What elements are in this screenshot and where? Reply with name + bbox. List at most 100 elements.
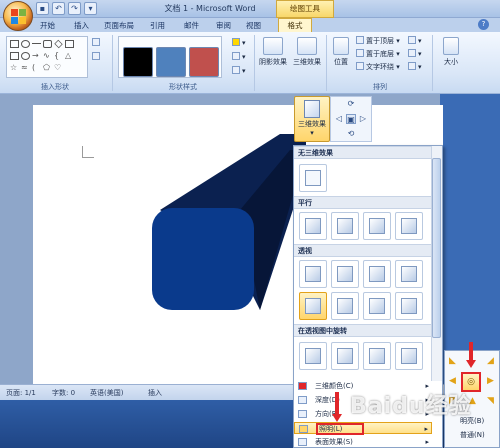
three-d-effects-ribbon-button[interactable]: 三维效果 (292, 37, 322, 67)
group-label-shape-styles: 形状样式 (169, 83, 197, 91)
textbox-shape-icon[interactable] (65, 40, 74, 48)
light-direction-top-left-icon[interactable]: ◣ (446, 355, 459, 368)
status-insert-mode[interactable]: 插入 (148, 388, 162, 398)
star-shape-icon[interactable]: ☆ (10, 64, 19, 72)
three-d-toggle-icon[interactable]: ▣ (346, 114, 356, 124)
rectangle-shape-icon[interactable] (10, 40, 19, 48)
office-button[interactable] (3, 1, 33, 31)
menu-lighting[interactable]: 照明(L) ▸ (294, 422, 432, 435)
perspective-cube-icon (337, 266, 353, 282)
no-3d-effect-tile[interactable] (299, 164, 327, 192)
square-shape-icon[interactable] (10, 52, 19, 60)
diamond-shape-icon[interactable] (54, 39, 63, 49)
tilt-up-icon[interactable]: ⟳ (346, 99, 356, 109)
perspective-style-2-tile[interactable] (331, 260, 359, 288)
triangle-shape-icon[interactable]: △ (65, 52, 74, 60)
rotate-style-3-tile[interactable] (363, 342, 391, 370)
parallel-style-3-tile[interactable] (363, 212, 391, 240)
circle-shape-icon[interactable] (21, 52, 30, 60)
tab-page-layout[interactable]: 页面布局 (104, 20, 134, 31)
shadow-effects-button[interactable]: 阴影效果 (258, 37, 288, 67)
help-icon[interactable]: ? (478, 19, 489, 30)
text-box-button[interactable] (92, 52, 102, 63)
three-d-effects-dropdown-button[interactable]: 三维效果 ▾ (294, 96, 330, 142)
perspective-style-8-tile[interactable] (395, 292, 423, 320)
parallel-cube-icon (401, 218, 417, 234)
parallel-style-1-tile[interactable] (299, 212, 327, 240)
status-page-count[interactable]: 页面: 1/1 (6, 388, 36, 398)
gallery-scroll-thumb[interactable] (432, 158, 441, 338)
align-button[interactable]: ▾ (408, 36, 422, 47)
tilt-down-icon[interactable]: ⟲ (346, 129, 356, 139)
rotate-style-2-tile[interactable] (331, 342, 359, 370)
margin-crop-mark (82, 146, 94, 158)
brace-shape-icon[interactable]: { (54, 52, 63, 60)
watermark: Baidu经验 (350, 394, 472, 419)
style-swatch-red[interactable] (189, 47, 219, 77)
light-direction-top-right-icon[interactable]: ◢ (484, 355, 497, 368)
rounded-rect-shape-icon[interactable] (43, 40, 52, 48)
position-button[interactable]: 位置 (330, 37, 352, 67)
light-direction-left-icon[interactable]: ◀ (446, 375, 459, 388)
perspective-style-6-tile[interactable] (331, 292, 359, 320)
group-button[interactable]: ▾ (408, 49, 422, 60)
rotated-cube-icon (337, 348, 353, 364)
three-d-rounded-square-shape[interactable] (140, 130, 310, 315)
text-wrap-button[interactable]: 文字环绕 ▾ (356, 62, 400, 73)
send-back-icon (356, 49, 364, 57)
parallel-cube-icon (337, 218, 353, 234)
heart-shape-icon[interactable]: ♡ (54, 64, 63, 72)
rotate-style-4-tile[interactable] (395, 342, 423, 370)
oval-shape-icon[interactable] (21, 40, 30, 48)
polygon-shape-icon[interactable]: ⬠ (43, 64, 52, 72)
light-direction-right-icon[interactable]: ▶ (484, 375, 497, 388)
rotate-button[interactable]: ▾ (408, 62, 422, 73)
bring-to-front-button[interactable]: 置于顶层 ▾ (356, 36, 400, 47)
perspective-style-5-tile[interactable] (299, 292, 327, 320)
tab-references[interactable]: 引用 (150, 20, 165, 31)
depth-icon (298, 396, 307, 404)
perspective-style-7-tile[interactable] (363, 292, 391, 320)
tilt-right-icon[interactable]: ▷ (358, 114, 368, 124)
shape-fill-button[interactable]: ▾ (232, 38, 246, 49)
status-word-count[interactable]: 字数: 0 (52, 388, 75, 398)
bracket-shape-icon[interactable]: ( (32, 64, 41, 72)
tab-view[interactable]: 视图 (246, 20, 261, 31)
wave-shape-icon[interactable]: ≈ (21, 64, 30, 72)
perspective-style-1-tile[interactable] (299, 260, 327, 288)
lighting-normal-option[interactable]: 普通(N) (446, 430, 498, 441)
tab-review[interactable]: 审阅 (216, 20, 231, 31)
perspective-cube-icon (305, 298, 321, 314)
status-language[interactable]: 英语(美国) (90, 388, 123, 398)
perspective-style-3-tile[interactable] (363, 260, 391, 288)
style-swatch-black[interactable] (123, 47, 153, 77)
tilt-left-icon[interactable]: ◁ (334, 114, 344, 124)
perspective-cube-icon (369, 266, 385, 282)
perspective-style-4-tile[interactable] (395, 260, 423, 288)
shape-outline-button[interactable]: ▾ (232, 52, 246, 63)
annotation-arrow-head (466, 360, 476, 368)
change-shape-button[interactable]: ▾ (232, 66, 246, 77)
submenu-arrow-icon: ▸ (424, 425, 428, 433)
arrow-shape-icon[interactable]: → (32, 52, 41, 60)
light-direction-bottom-right-icon[interactable]: ◥ (484, 395, 497, 408)
edit-shape-button[interactable] (92, 38, 102, 49)
tab-mailings[interactable]: 邮件 (184, 20, 199, 31)
align-icon (408, 36, 416, 44)
size-button[interactable]: 大小 (438, 37, 464, 67)
change-shape-icon (232, 66, 240, 74)
line-shape-icon[interactable] (32, 43, 41, 51)
style-swatch-blue[interactable] (156, 47, 186, 77)
send-to-back-button[interactable]: 置于底层 ▾ (356, 49, 400, 60)
parallel-style-4-tile[interactable] (395, 212, 423, 240)
fill-bucket-icon (232, 38, 240, 46)
parallel-style-2-tile[interactable] (331, 212, 359, 240)
perspective-cube-icon (305, 266, 321, 282)
tab-insert[interactable]: 插入 (74, 20, 89, 31)
menu-surface[interactable]: 表面效果(S) ▸ (294, 436, 432, 448)
curve-shape-icon[interactable]: ∿ (43, 52, 52, 60)
rotate-style-1-tile[interactable] (299, 342, 327, 370)
tab-format[interactable]: 格式 (278, 18, 312, 32)
shapes-gallery[interactable]: → ∿ { △ ☆ ≈ ( ⬠ ♡ (6, 36, 88, 78)
tab-home[interactable]: 开始 (40, 20, 55, 31)
